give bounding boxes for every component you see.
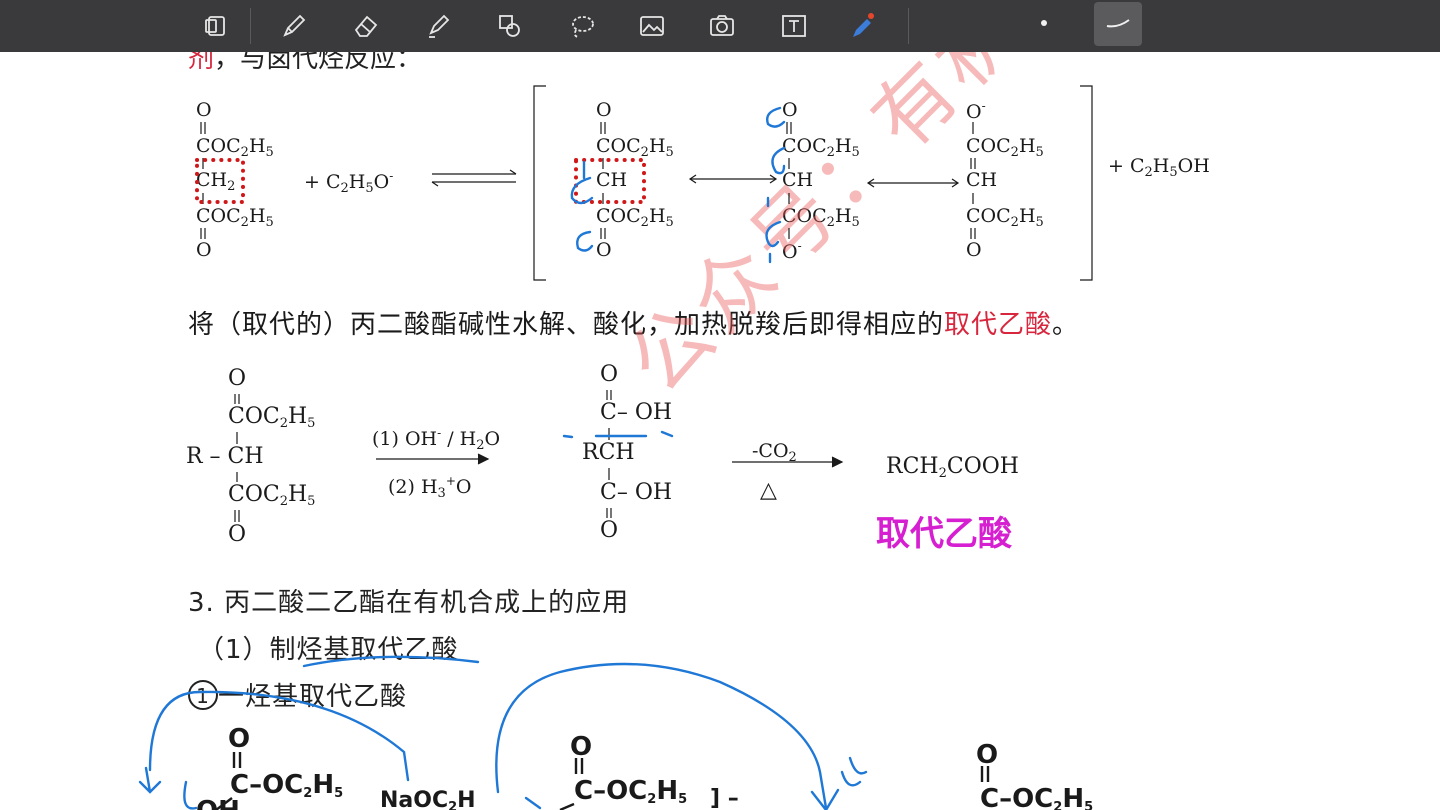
eq2-acid-cooh-bottom: C– OH — [600, 480, 673, 505]
annotation-toolbar — [0, 0, 1440, 52]
eq2-heat-delta: △ — [760, 478, 777, 503]
eq2-acid-o-bottom: O — [600, 518, 619, 543]
bluetooth-pencil-icon[interactable] — [842, 6, 882, 46]
res1-coc-top: COC2H5 — [596, 135, 674, 160]
bottom-struct-1-o: O — [228, 724, 251, 754]
subsection-1-heading: （1）制烃基取代乙酸 — [198, 635, 459, 665]
pen-icon[interactable] — [274, 6, 314, 46]
eq1-left-coc-bottom: COC2H5 — [196, 205, 274, 230]
paragraph-red-term: 取代乙酸 — [944, 310, 1053, 340]
res3-coc-top: COC2H5 — [966, 135, 1044, 160]
page-layout-icon[interactable] — [196, 6, 236, 46]
eq1-left-o-top: O — [196, 99, 212, 121]
eq2-acid-cooh-top: C– OH — [600, 400, 673, 425]
eq1-left-coc-top: COC2H5 — [196, 135, 274, 160]
highlighter-icon[interactable] — [418, 6, 458, 46]
eq2-minus-co2: -CO2 — [752, 440, 797, 465]
eq1-left-o-bottom: O — [196, 239, 212, 261]
eq1-ethoxide: + C2H5O- — [304, 169, 394, 196]
text-icon[interactable] — [774, 6, 814, 46]
red-dotted-highlight-boxes — [195, 158, 646, 204]
eq2-acid-o-top: O — [600, 362, 619, 387]
res1-o-bottom: O — [596, 239, 612, 261]
image-icon[interactable] — [632, 6, 672, 46]
bottom-struct-3-ester: C–OC2H5 — [980, 784, 1094, 810]
document-page: 剂，与卤代烃反应： O COC2H5 CH2 COC2H5 O + C2H5O-… — [0, 52, 1440, 810]
eq2-coc-top: COC2H5 — [228, 404, 316, 431]
item-1-text: 一烃基取代乙酸 — [218, 682, 408, 712]
eq2-condition-2: (2) H3+O — [388, 474, 472, 501]
bottom-sodium-ethoxide: NaOC2H — [380, 788, 476, 810]
eq2-acid-rch: RCH — [582, 440, 635, 465]
eq2-o-bottom: O — [228, 522, 247, 547]
res1-o-top: O — [596, 99, 612, 121]
lasso-icon[interactable] — [562, 6, 602, 46]
res3-ch: CH — [966, 169, 998, 191]
eq2-r-ch: R – CH — [186, 444, 264, 469]
cut-line-text: ，与卤代烃反应： — [214, 52, 423, 74]
eq2-coc-bottom: COC2H5 — [228, 482, 316, 509]
bottom-struct-3-o: O — [976, 740, 999, 770]
bottom-struct-2-o: O — [570, 732, 593, 762]
cut-line-red-text: 剂 — [188, 52, 215, 74]
res2-o-top: O — [782, 99, 798, 121]
pen-size-dot-icon[interactable] — [1038, 17, 1050, 29]
bottom-struct-1-ester: C–OC2H5 — [230, 770, 344, 801]
res1-ch: CH — [596, 169, 628, 191]
cut-off-text-line: 剂，与卤代烃反应： — [188, 52, 422, 75]
res3-o-bottom: O — [966, 239, 982, 261]
eq2-condition-1: (1) OH- / H2O — [372, 426, 501, 453]
toolbar-separator — [908, 8, 909, 44]
paragraph-text: 将（取代的）丙二酸酯碱性水解、酸化，加热脱羧后即得相应的 — [188, 310, 945, 340]
bottom-struct-1-oh: OH — [196, 796, 240, 810]
paragraph-end: 。 — [1052, 310, 1080, 340]
shapes-icon[interactable] — [490, 6, 530, 46]
eq1-left-ch2: CH2 — [196, 169, 236, 194]
bottom-struct-2-ester: C–OC2H5 — [574, 776, 688, 807]
bottom-struct-2-bracket: ] – — [710, 786, 739, 810]
circled-number-1: 1 — [188, 680, 218, 710]
eq1-product-ethanol: + C2H5OH — [1108, 155, 1210, 180]
product-name-label: 取代乙酸 — [876, 514, 1012, 554]
eraser-icon[interactable] — [346, 6, 386, 46]
item-1-line: 1 一烃基取代乙酸 — [188, 676, 407, 713]
section-3-heading: 3. 丙二酸二乙酯在有机合成上的应用 — [188, 588, 630, 618]
res3-coc-bottom: COC2H5 — [966, 205, 1044, 230]
eq2-o-top: O — [228, 366, 247, 391]
pen-stroke-style-button[interactable] — [1094, 2, 1142, 46]
watermark-text: 公众号：有机化学考研 — [610, 52, 1285, 411]
stroke-curve-icon — [1106, 19, 1130, 28]
eq2-product: RCH2COOH — [886, 454, 1019, 481]
toolbar-separator — [250, 8, 251, 44]
camera-icon[interactable] — [702, 6, 742, 46]
res1-coc-bottom: COC2H5 — [596, 205, 674, 230]
